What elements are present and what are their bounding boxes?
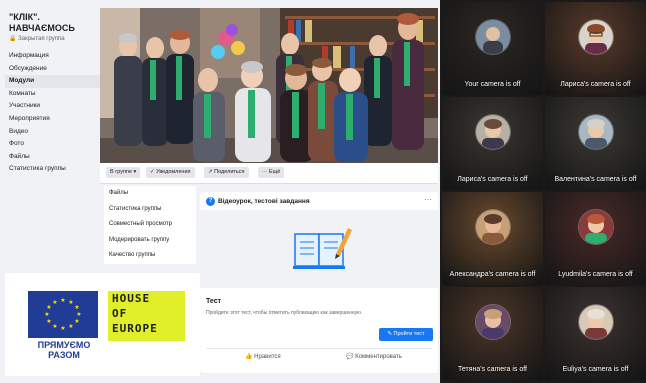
- avatar: [578, 115, 613, 150]
- participant-tile[interactable]: Лариса's camera is off: [442, 97, 543, 190]
- post-divider: [206, 348, 432, 349]
- notebook-icon: [293, 228, 352, 269]
- participant-tile[interactable]: Валентина's camera is off: [545, 97, 646, 190]
- svg-text:★: ★: [52, 323, 57, 330]
- avatar: [475, 20, 510, 55]
- video-call-grid: Your camera is off Лариса's camera is of…: [440, 0, 646, 383]
- avatar: [475, 210, 510, 245]
- participant-label: Lyudmila's camera is off: [558, 271, 633, 278]
- sidebar-item-modules[interactable]: Модули: [5, 75, 100, 88]
- cover-photo[interactable]: [100, 8, 438, 163]
- svg-text:★: ★: [68, 299, 73, 306]
- test-title: Тест: [206, 298, 222, 305]
- svg-text:★: ★: [68, 323, 73, 330]
- avatar: [475, 115, 510, 150]
- sidebar-item-photos[interactable]: Фото: [5, 138, 100, 151]
- svg-text:★: ★: [60, 297, 65, 304]
- post-options-icon[interactable]: ···: [424, 195, 432, 204]
- post-card: ? Відеоурок, тестові завдання ··· Тест Пр…: [200, 192, 438, 373]
- participant-label: Your camera is off: [464, 81, 521, 88]
- like-button[interactable]: 👍 Нравится: [245, 353, 281, 360]
- group-action-bar: В группе ▾ ✓ Уведомления ↗ Поделиться ··…: [100, 163, 438, 184]
- sidebar-item-members[interactable]: Участники: [5, 100, 100, 113]
- svg-text:★: ★: [46, 304, 51, 311]
- participant-tile[interactable]: Тетяна's camera is off: [442, 287, 543, 380]
- sidebar-item-info[interactable]: Информация: [5, 50, 100, 63]
- cover-photo-image: [100, 8, 438, 163]
- sidebar-nav: Информация Обсуждение Модули Комнаты Уча…: [5, 50, 100, 176]
- participant-label: Euliya's camera is off: [562, 366, 629, 373]
- svg-text:★: ★: [46, 318, 51, 325]
- avatar: [475, 305, 510, 340]
- svg-text:★: ★: [52, 299, 57, 306]
- sponsor-logos: ★ ★ ★ ★ ★ ★ ★ ★ ★ ★ ★ ★ ПРЯМУЄМО РАЗОМ HOUSE OF E…: [5, 273, 200, 376]
- participant-tile[interactable]: Лариса's camera is off: [545, 2, 646, 95]
- group-privacy: 🔒 Закрытая группа: [9, 36, 65, 42]
- eu-slogan: ПРЯМУЄМО РАЗОМ: [25, 340, 103, 360]
- like-icon: 👍: [245, 354, 253, 360]
- menu-item-moderate[interactable]: Модерировать группу: [104, 233, 196, 249]
- group-sidebar: "КЛІК". НАВЧАЄМОСЬ 🔒 Закрытая группа Инф…: [5, 8, 100, 198]
- take-test-button[interactable]: ✎ Пройти тест: [379, 328, 433, 341]
- book-pencil-illustration: [200, 210, 438, 288]
- svg-text:★: ★: [74, 304, 79, 311]
- more-dropdown-menu: Файлы Статистика группы Совместный просм…: [104, 186, 196, 264]
- menu-item-files[interactable]: Файлы: [104, 186, 196, 202]
- avatar: [578, 20, 613, 55]
- participant-label: Лариса's camera is off: [457, 176, 528, 183]
- hoe-row-2: OF: [112, 307, 128, 320]
- group-name[interactable]: "КЛІК". НАВЧАЄМОСЬ: [9, 12, 100, 34]
- share-button[interactable]: ↗ Поделиться: [204, 167, 249, 178]
- comment-label: Комментировать: [355, 354, 402, 360]
- in-group-button[interactable]: В группе ▾: [106, 167, 141, 178]
- eu-slogan-line2: РАЗОМ: [48, 350, 80, 360]
- avatar: [578, 210, 613, 245]
- more-button[interactable]: ··· Ещё: [258, 167, 285, 178]
- hoe-row-3: EUROPE: [112, 322, 158, 335]
- participant-tile[interactable]: Euliya's camera is off: [545, 287, 646, 380]
- participant-label: Валентина's camera is off: [554, 176, 637, 183]
- sidebar-item-discussion[interactable]: Обсуждение: [5, 63, 100, 76]
- group-privacy-label: Закрытая группа: [18, 36, 65, 42]
- menu-item-stats[interactable]: Статистика группы: [104, 202, 196, 218]
- notifications-button[interactable]: ✓ Уведомления: [146, 167, 195, 178]
- participant-tile[interactable]: Your camera is off: [442, 2, 543, 95]
- avatar: [578, 305, 613, 340]
- menu-item-watch-party[interactable]: Совместный просмотр: [104, 217, 196, 233]
- post-title: Відеоурок, тестові завдання: [218, 198, 310, 206]
- menu-item-quality[interactable]: Качество группы: [104, 248, 196, 264]
- participant-label: Лариса's camera is off: [560, 81, 631, 88]
- post-header: ? Відеоурок, тестові завдання: [206, 197, 310, 206]
- comment-icon: 💬: [346, 354, 354, 360]
- participant-tile[interactable]: Lyudmila's camera is off: [545, 192, 646, 285]
- svg-text:★: ★: [44, 311, 49, 318]
- eu-slogan-line1: ПРЯМУЄМО: [37, 340, 91, 350]
- sidebar-item-files[interactable]: Файлы: [5, 151, 100, 164]
- like-label: Нравится: [254, 354, 281, 360]
- sidebar-item-events[interactable]: Мероприятия: [5, 113, 100, 126]
- house-of-europe-logo: HOUSE OF EUROPE: [108, 291, 185, 341]
- sidebar-item-stats[interactable]: Статистика группы: [5, 163, 100, 176]
- participant-tile[interactable]: Александра's camera is off: [442, 192, 543, 285]
- eu-flag-logo: ★ ★ ★ ★ ★ ★ ★ ★ ★ ★ ★ ★: [28, 291, 98, 338]
- question-icon: ?: [206, 197, 215, 206]
- participant-label: Александра's camera is off: [449, 271, 536, 278]
- sidebar-item-video[interactable]: Видео: [5, 126, 100, 139]
- participant-label: Тетяна's camera is off: [457, 366, 528, 373]
- take-test-label: Пройти тест: [393, 331, 425, 337]
- svg-text:★: ★: [74, 318, 79, 325]
- comment-button[interactable]: 💬 Комментировать: [346, 353, 402, 360]
- sidebar-item-rooms[interactable]: Комнаты: [5, 88, 100, 101]
- svg-text:★: ★: [76, 311, 81, 318]
- hoe-row-1: HOUSE: [112, 292, 151, 305]
- svg-text:★: ★: [60, 325, 65, 332]
- test-description: Пройдите этот тест, чтобы отметить публи…: [206, 310, 363, 316]
- screen: "КЛІК". НАВЧАЄМОСЬ 🔒 Закрытая группа Инф…: [0, 0, 646, 383]
